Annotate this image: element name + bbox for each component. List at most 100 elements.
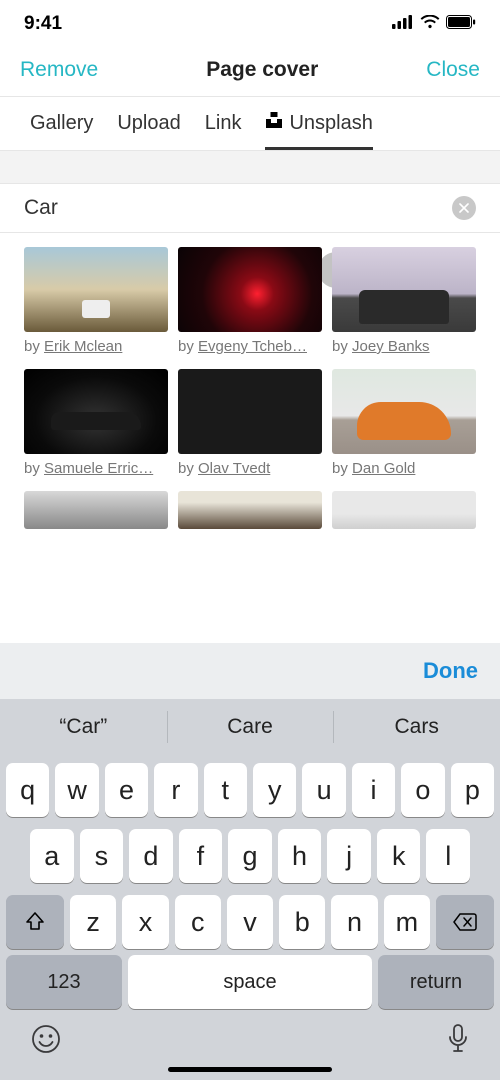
- result-thumbnail[interactable]: [24, 247, 168, 332]
- status-icons: [392, 13, 476, 35]
- key-j[interactable]: j: [327, 829, 371, 883]
- key-space[interactable]: space: [128, 955, 372, 1009]
- tab-label: Link: [205, 112, 242, 135]
- tab-link[interactable]: Link: [205, 111, 242, 150]
- results-grid[interactable]: by Erik Mclean by Evgeny Tcheb… by Joey …: [0, 233, 500, 535]
- key-a[interactable]: a: [30, 829, 74, 883]
- keyboard-keys: q w e r t y u i o p a s d f g h j k l z: [0, 755, 500, 955]
- result-thumbnail[interactable]: [24, 491, 168, 529]
- key-t[interactable]: t: [204, 763, 247, 817]
- home-indicator[interactable]: [168, 1067, 332, 1072]
- tab-unsplash[interactable]: Unsplash: [265, 111, 372, 150]
- close-button[interactable]: Close: [426, 58, 480, 82]
- search-input[interactable]: [24, 196, 440, 220]
- author-link[interactable]: Erik Mclean: [44, 338, 122, 355]
- emoji-icon: [30, 1023, 62, 1055]
- result-thumbnail[interactable]: [178, 369, 322, 454]
- cellular-icon: [392, 13, 414, 35]
- result-item[interactable]: [178, 491, 322, 535]
- emoji-button[interactable]: [30, 1023, 62, 1060]
- key-backspace[interactable]: [436, 895, 494, 949]
- shift-icon: [24, 911, 46, 933]
- section-band: [0, 150, 500, 184]
- key-y[interactable]: y: [253, 763, 296, 817]
- tab-upload[interactable]: Upload: [117, 111, 180, 150]
- key-s[interactable]: s: [80, 829, 124, 883]
- author-link[interactable]: Olav Tvedt: [198, 460, 270, 477]
- page-cover-header: Remove Page cover Close: [0, 48, 500, 96]
- result-item[interactable]: by Dan Gold: [332, 369, 476, 483]
- result-credit: by Erik Mclean: [24, 338, 168, 355]
- key-i[interactable]: i: [352, 763, 395, 817]
- result-item[interactable]: by Samuele Erric…: [24, 369, 168, 483]
- keyboard-suggestions: “Car” Care Cars: [0, 699, 500, 755]
- result-thumbnail[interactable]: [24, 369, 168, 454]
- keyboard: Done “Car” Care Cars q w e r t y u i o p…: [0, 643, 500, 1080]
- author-link[interactable]: Joey Banks: [352, 338, 430, 355]
- key-b[interactable]: b: [279, 895, 325, 949]
- key-u[interactable]: u: [302, 763, 345, 817]
- dictation-button[interactable]: [446, 1023, 470, 1060]
- result-credit: by Dan Gold: [332, 460, 476, 477]
- key-o[interactable]: o: [401, 763, 444, 817]
- result-credit: by Joey Banks: [332, 338, 476, 355]
- key-v[interactable]: v: [227, 895, 273, 949]
- result-thumbnail[interactable]: [332, 369, 476, 454]
- key-g[interactable]: g: [228, 829, 272, 883]
- cover-source-tabs: Gallery Upload Link Unsplash: [0, 97, 500, 150]
- key-shift[interactable]: [6, 895, 64, 949]
- result-credit: by Olav Tvedt: [178, 460, 322, 477]
- result-thumbnail[interactable]: [178, 491, 322, 529]
- key-m[interactable]: m: [384, 895, 430, 949]
- mic-icon: [446, 1023, 470, 1055]
- tab-label: Gallery: [30, 112, 93, 135]
- result-item[interactable]: by Evgeny Tcheb…: [178, 247, 322, 361]
- key-d[interactable]: d: [129, 829, 173, 883]
- x-icon: [459, 203, 469, 213]
- key-n[interactable]: n: [331, 895, 377, 949]
- tab-gallery[interactable]: Gallery: [30, 111, 93, 150]
- key-return[interactable]: return: [378, 955, 494, 1009]
- key-z[interactable]: z: [70, 895, 116, 949]
- key-k[interactable]: k: [377, 829, 421, 883]
- result-credit: by Samuele Erric…: [24, 460, 168, 477]
- backspace-icon: [452, 912, 478, 932]
- status-time: 9:41: [24, 13, 62, 35]
- result-item[interactable]: by Olav Tvedt: [178, 369, 322, 483]
- result-thumbnail[interactable]: [178, 247, 322, 332]
- result-credit: by Evgeny Tcheb…: [178, 338, 322, 355]
- suggestion[interactable]: Care: [167, 699, 334, 755]
- clear-search-button[interactable]: [452, 196, 476, 220]
- key-r[interactable]: r: [154, 763, 197, 817]
- key-e[interactable]: e: [105, 763, 148, 817]
- keyboard-done-button[interactable]: Done: [423, 658, 478, 684]
- key-x[interactable]: x: [122, 895, 168, 949]
- search-row: [0, 184, 500, 232]
- wifi-icon: [420, 13, 440, 35]
- key-p[interactable]: p: [451, 763, 494, 817]
- key-c[interactable]: c: [175, 895, 221, 949]
- key-q[interactable]: q: [6, 763, 49, 817]
- result-thumbnail[interactable]: [332, 491, 476, 529]
- result-item[interactable]: [332, 491, 476, 535]
- battery-icon: [446, 13, 476, 35]
- tab-label: Unsplash: [289, 112, 372, 135]
- suggestion[interactable]: “Car”: [0, 699, 167, 755]
- key-w[interactable]: w: [55, 763, 98, 817]
- key-numbers[interactable]: 123: [6, 955, 122, 1009]
- result-item[interactable]: by Joey Banks: [332, 247, 476, 361]
- tab-label: Upload: [117, 112, 180, 135]
- author-link[interactable]: Samuele Erric…: [44, 460, 153, 477]
- suggestion[interactable]: Cars: [333, 699, 500, 755]
- key-l[interactable]: l: [426, 829, 470, 883]
- keyboard-toolbar: Done: [0, 643, 500, 699]
- key-h[interactable]: h: [278, 829, 322, 883]
- key-f[interactable]: f: [179, 829, 223, 883]
- author-link[interactable]: Dan Gold: [352, 460, 415, 477]
- result-thumbnail[interactable]: [332, 247, 476, 332]
- page-title: Page cover: [206, 58, 318, 82]
- result-item[interactable]: [24, 491, 168, 535]
- result-item[interactable]: by Erik Mclean: [24, 247, 168, 361]
- author-link[interactable]: Evgeny Tcheb…: [198, 338, 307, 355]
- remove-button[interactable]: Remove: [20, 58, 98, 82]
